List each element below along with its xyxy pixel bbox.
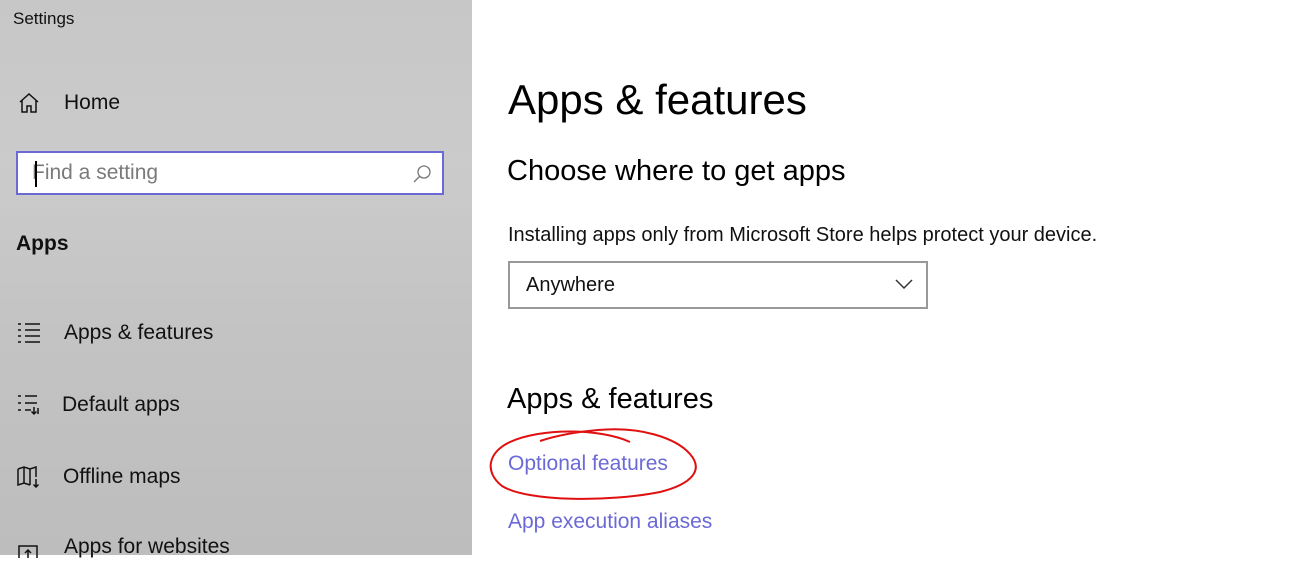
choose-apps-description: Installing apps only from Microsoft Stor… [508,224,1098,246]
sidebar-item-label: Default apps [62,393,180,416]
sidebar-item-label: Offline maps [63,465,181,488]
sidebar-item-apps-for-websites[interactable]: Apps for websites [16,527,230,567]
app-source-dropdown[interactable]: Anywhere [508,261,928,309]
sidebar: Settings Home Apps Apps & features [0,0,472,558]
app-execution-aliases-link[interactable]: App execution aliases [508,510,712,534]
sidebar-item-label: Home [64,91,121,114]
dropdown-selected-value: Anywhere [526,274,615,296]
apps-features-heading: Apps & features [507,383,714,415]
text-cursor [35,161,37,187]
default-apps-icon [16,392,42,418]
sidebar-item-label: Apps & features [64,321,214,344]
sidebar-item-home[interactable]: Home [16,83,120,123]
window-title: Settings [13,9,75,28]
apps-for-websites-icon [16,534,42,560]
annotation-circle [489,428,697,500]
sidebar-item-offline-maps[interactable]: Offline maps [16,457,181,497]
search-icon[interactable] [412,164,432,189]
sidebar-section-heading: Apps [16,232,69,255]
sidebar-item-apps-features[interactable]: Apps & features [16,313,213,353]
apps-features-icon [16,320,42,346]
offline-maps-icon [16,464,42,490]
search-input[interactable] [32,159,392,187]
sidebar-item-label: Apps for websites [64,535,230,558]
chevron-down-icon [894,277,914,296]
home-icon [16,90,42,116]
page-title: Apps & features [508,76,807,123]
search-box[interactable] [16,151,444,195]
sidebar-item-default-apps[interactable]: Default apps [16,385,180,425]
choose-apps-heading: Choose where to get apps [507,155,846,187]
